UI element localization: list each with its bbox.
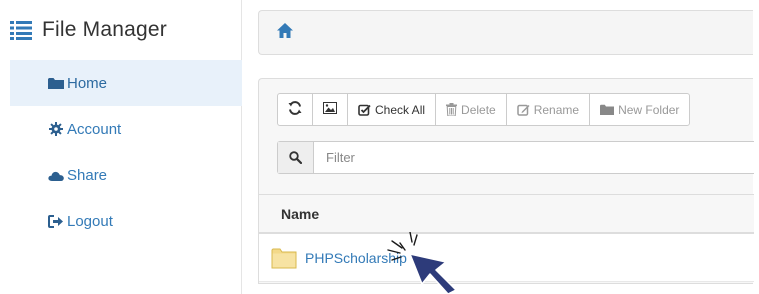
app-title: File Manager <box>42 18 167 41</box>
list-icon <box>10 19 32 41</box>
check-square-icon <box>358 104 371 116</box>
sidebar-item-label: Home <box>67 74 108 92</box>
picture-icon <box>323 102 337 117</box>
folder-icon <box>600 104 615 115</box>
folder-icon <box>271 247 297 269</box>
rename-label: Rename <box>533 102 580 117</box>
cloud-icon <box>48 167 64 183</box>
sidebar-item-home[interactable]: Home <box>10 60 242 106</box>
file-panel: Check All Delete Rename New Folder Filte… <box>258 78 754 284</box>
picture-button[interactable] <box>313 94 348 125</box>
search-icon <box>278 142 314 173</box>
delete-button[interactable]: Delete <box>436 94 507 125</box>
table-row[interactable]: PHPScholarship <box>259 234 754 282</box>
check-all-button[interactable]: Check All <box>348 94 437 125</box>
gear-icon <box>48 121 64 137</box>
home-icon[interactable] <box>277 22 293 43</box>
new-folder-button[interactable]: New Folder <box>590 94 689 125</box>
refresh-icon <box>288 101 302 118</box>
column-header-name[interactable]: Name <box>281 206 319 222</box>
sign-out-icon <box>48 213 64 229</box>
new-folder-label: New Folder <box>618 102 680 117</box>
filter-input[interactable] <box>314 142 754 173</box>
sidebar-item-logout[interactable]: Logout <box>10 198 242 244</box>
file-name-link[interactable]: PHPScholarship <box>305 250 407 266</box>
rename-button[interactable]: Rename <box>507 94 591 125</box>
sidebar-item-share[interactable]: Share <box>10 152 242 198</box>
toolbar: Check All Delete Rename New Folder <box>277 93 691 126</box>
sidebar-nav: Home Account Share Logout <box>10 60 242 244</box>
edit-icon <box>516 104 530 116</box>
sidebar-item-label: Logout <box>67 212 113 230</box>
sidebar: File Manager Home Account Share Logout <box>0 0 242 294</box>
file-table: Name PHPScholarship <box>259 194 754 282</box>
sidebar-item-account[interactable]: Account <box>10 106 242 152</box>
brand[interactable]: File Manager <box>10 14 167 46</box>
folder-icon <box>48 75 64 91</box>
trash-icon <box>446 103 458 116</box>
breadcrumb <box>258 10 753 55</box>
refresh-button[interactable] <box>278 94 313 125</box>
sidebar-item-label: Share <box>67 166 108 184</box>
table-header: Name <box>259 194 754 234</box>
delete-label: Delete <box>461 102 496 117</box>
sidebar-item-label: Account <box>67 120 122 138</box>
check-all-label: Check All <box>375 102 426 117</box>
filter-group <box>277 141 754 174</box>
